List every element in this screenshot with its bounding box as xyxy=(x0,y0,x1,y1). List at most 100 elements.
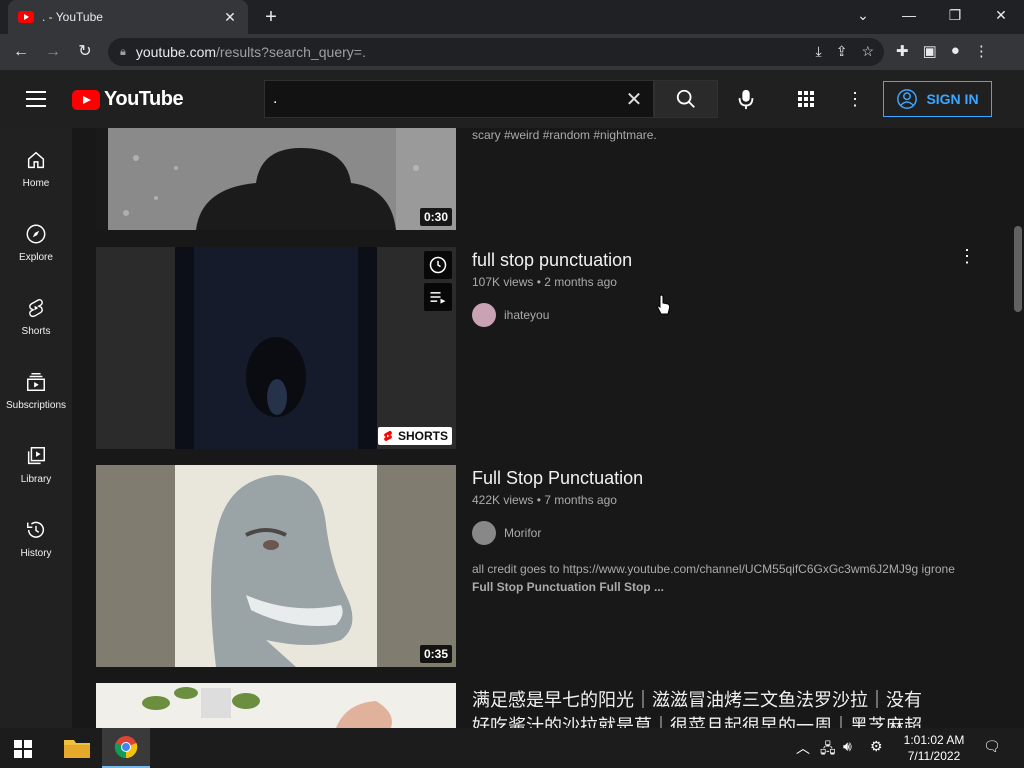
sidebar-item-label: Explore xyxy=(19,252,53,263)
video-meta: 422K views • 7 months ago xyxy=(472,493,617,507)
chrome-taskbar-icon[interactable] xyxy=(102,728,150,768)
tab-close-icon[interactable]: ✕ xyxy=(222,9,238,26)
microphone-icon xyxy=(738,89,754,110)
search-icon xyxy=(676,89,695,108)
extensions-icon[interactable]: ✚ xyxy=(896,42,909,60)
sign-in-button[interactable]: SIGN IN xyxy=(883,81,992,117)
watch-later-icon[interactable] xyxy=(424,251,452,279)
close-window-button[interactable]: ✕ xyxy=(978,0,1024,34)
share-icon[interactable]: ⇪ xyxy=(836,43,848,60)
settings-gear-icon[interactable]: ⚙ xyxy=(870,738,883,755)
file-explorer-icon[interactable] xyxy=(53,728,101,768)
avatar[interactable] xyxy=(472,303,496,327)
video-title[interactable]: 满足感是早七的阳光｜滋滋冒油烤三文鱼法罗沙拉｜没有 xyxy=(472,686,922,712)
video-menu-icon[interactable]: ⋮ xyxy=(958,246,976,267)
sidebar-item-home[interactable]: Home xyxy=(0,128,72,202)
channel-link[interactable]: Morifor xyxy=(472,521,541,545)
restore-button[interactable]: ❐ xyxy=(932,0,978,34)
browser-menu-icon[interactable]: ⋮ xyxy=(974,42,989,60)
video-description: Full Stop Punctuation Full Stop ... xyxy=(472,580,664,594)
hand-cursor-icon xyxy=(657,294,671,315)
youtube-favicon-icon xyxy=(18,11,34,23)
sidebar-item-label: Shorts xyxy=(21,326,51,337)
sidebar-item-shorts[interactable]: Shorts xyxy=(0,276,72,350)
sidebar-item-explore[interactable]: Explore xyxy=(0,202,72,276)
video-thumbnail[interactable]: 0:35 xyxy=(96,465,456,667)
sign-in-label: SIGN IN xyxy=(926,91,979,107)
sidebar-item-label: History xyxy=(20,548,52,559)
side-panel-icon[interactable]: ▣ xyxy=(923,42,937,60)
video-thumbnail[interactable]: SHORTS xyxy=(96,247,456,449)
library-icon xyxy=(24,444,48,468)
browser-tab[interactable]: . - YouTube ✕ xyxy=(8,0,248,34)
scrollbar-track[interactable] xyxy=(1012,128,1024,728)
address-bar[interactable]: 🔒︎ youtube.com/results?search_query=. ⤓ … xyxy=(108,38,884,66)
history-icon xyxy=(24,518,48,542)
search-button[interactable] xyxy=(654,80,718,118)
clock-date: 7/11/2022 xyxy=(907,749,961,763)
sidebar-item-library[interactable]: Library xyxy=(0,424,72,498)
thumbnail-image xyxy=(96,465,456,667)
channel-link[interactable]: ihateyou xyxy=(472,303,549,327)
lock-icon[interactable]: 🔒︎ xyxy=(120,46,126,59)
menu-hamburger-icon[interactable] xyxy=(26,91,46,107)
reload-button[interactable]: ↻ xyxy=(74,41,96,63)
shorts-badge: SHORTS xyxy=(377,427,452,445)
shorts-icon xyxy=(24,296,48,320)
voice-search-button[interactable] xyxy=(734,87,758,111)
forward-button[interactable]: → xyxy=(42,41,64,63)
windows-start-icon[interactable] xyxy=(14,740,32,758)
thumbnail-image xyxy=(96,247,456,449)
youtube-logo[interactable]: YouTube xyxy=(72,88,184,111)
shorts-badge-label: SHORTS xyxy=(397,429,448,443)
home-icon xyxy=(24,148,48,172)
back-button[interactable]: ← xyxy=(10,41,32,63)
tab-search-chevron-icon[interactable]: ⌄ xyxy=(840,0,886,34)
video-thumbnail[interactable] xyxy=(96,683,456,728)
settings-dots-icon[interactable]: ⋮ xyxy=(846,89,864,109)
minimize-button[interactable]: — xyxy=(886,0,932,34)
profile-icon[interactable]: ● xyxy=(951,42,960,60)
shorts-logo-icon xyxy=(384,430,392,441)
search-box[interactable]: ✕ xyxy=(264,80,654,118)
video-title[interactable]: full stop punctuation xyxy=(472,250,632,271)
install-icon[interactable]: ⤓ xyxy=(816,43,822,60)
system-clock[interactable]: 1:01:02 AM 7/11/2022 xyxy=(896,732,972,764)
clear-search-icon[interactable]: ✕ xyxy=(623,87,645,112)
video-duration: 0:30 xyxy=(419,208,452,226)
video-meta: 107K views • 2 months ago xyxy=(472,275,617,289)
avatar[interactable] xyxy=(472,521,496,545)
url-path: /results?search_query=. xyxy=(216,44,366,60)
scrollbar-thumb[interactable] xyxy=(1014,226,1022,312)
sidebar-item-label: Library xyxy=(20,474,52,485)
new-tab-button[interactable]: + xyxy=(260,6,282,28)
youtube-logo-text: YouTube xyxy=(104,88,184,110)
video-duration: 0:35 xyxy=(419,645,452,663)
add-to-queue-icon[interactable] xyxy=(424,283,452,311)
channel-name[interactable]: Morifor xyxy=(504,526,541,540)
video-title-line2[interactable]: 好吃酱汁的沙拉就是草｜很菜且起很早的一周｜黑芝麻超... xyxy=(472,712,937,728)
sidebar: Home Explore Shorts Subscriptions Librar… xyxy=(0,128,72,728)
apps-grid-icon[interactable] xyxy=(796,89,816,109)
video-description: all credit goes to https://www.youtube.c… xyxy=(472,562,955,576)
account-icon xyxy=(897,89,918,109)
sidebar-item-history[interactable]: History xyxy=(0,498,72,572)
video-thumbnail[interactable]: 0:30 xyxy=(96,128,456,230)
video-title[interactable]: Full Stop Punctuation xyxy=(472,468,643,489)
search-input[interactable] xyxy=(273,90,623,108)
tray-chevron-icon[interactable]: ︿ xyxy=(796,738,810,758)
sidebar-item-label: Home xyxy=(22,178,50,189)
bookmark-star-icon[interactable]: ☆ xyxy=(861,43,874,60)
volume-icon[interactable]: 🔊︎ xyxy=(843,738,852,755)
network-icon[interactable]: 🖧︎ xyxy=(820,738,836,762)
tab-title: . - YouTube xyxy=(42,10,103,24)
sidebar-item-subscriptions[interactable]: Subscriptions xyxy=(0,350,72,424)
channel-name[interactable]: ihateyou xyxy=(504,308,549,322)
youtube-logo-icon xyxy=(72,89,100,110)
youtube-header: YouTube ✕ ⋮ SIGN IN xyxy=(0,70,1024,128)
search-results: 0:30 scary #weird #random #nightmare. SH… xyxy=(72,128,1012,728)
windows-taskbar: ︿ 🖧︎ 🔊︎ ⚙ 1:01:02 AM 7/11/2022 🗨︎ xyxy=(0,728,1024,768)
browser-tab-bar: . - YouTube ✕ + ⌄ — ❐ ✕ xyxy=(0,0,1024,34)
notifications-icon[interactable]: 🗨︎ xyxy=(983,738,1001,755)
thumbnail-image xyxy=(96,683,456,728)
